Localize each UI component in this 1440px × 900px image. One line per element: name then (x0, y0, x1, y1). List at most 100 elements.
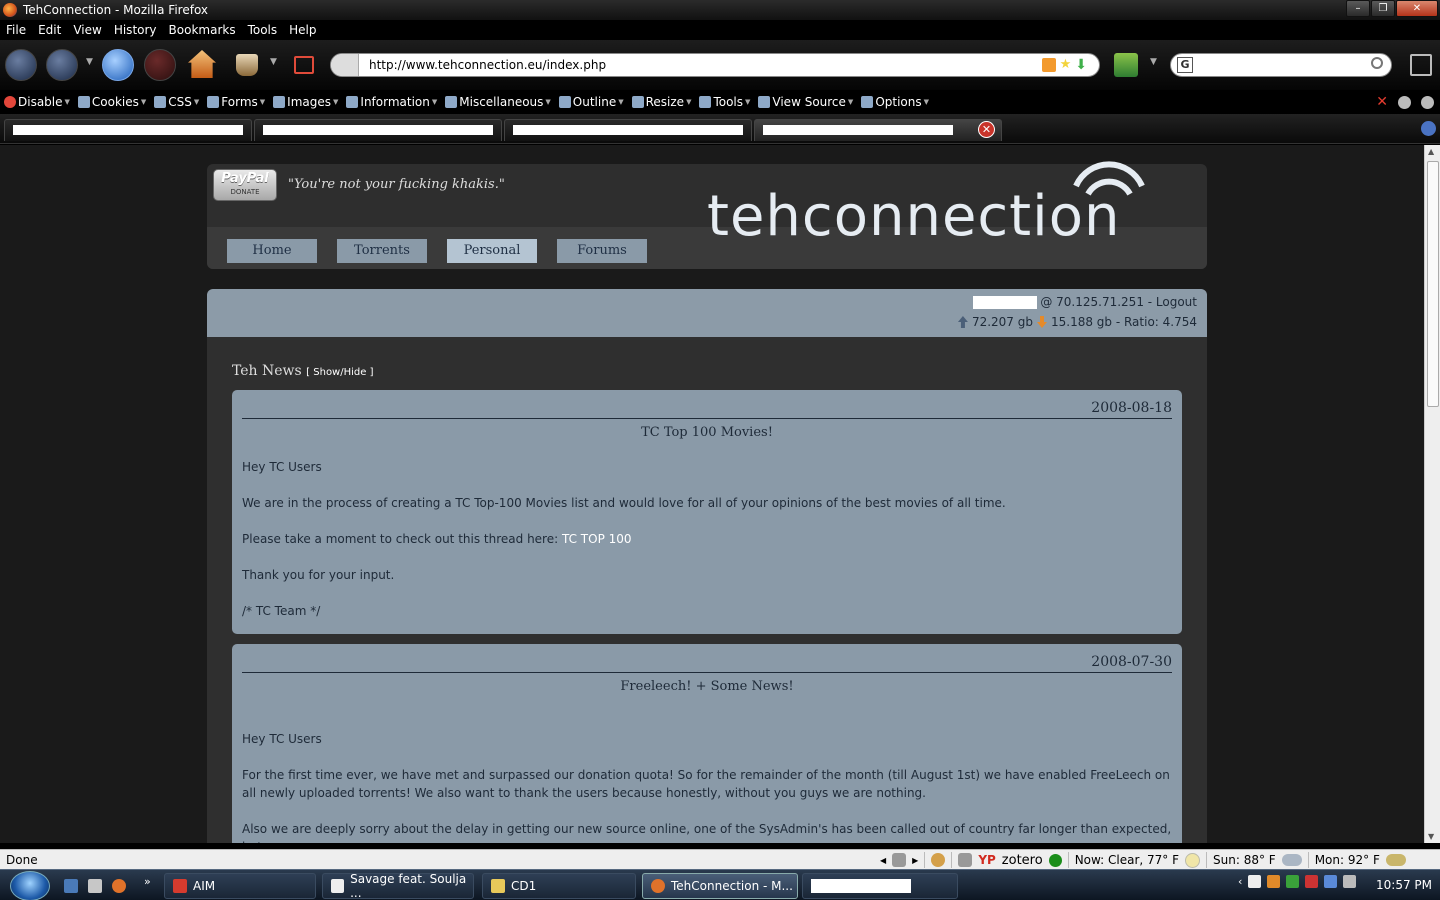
clock[interactable]: 10:57 PM (1376, 878, 1432, 892)
addon-dropdown-icon[interactable]: ▼ (1150, 57, 1157, 67)
nav-torrents[interactable]: Torrents (337, 239, 427, 263)
redacted-username[interactable] (973, 295, 1038, 309)
google-icon[interactable]: G (1177, 57, 1193, 73)
dev-miscellaneous[interactable]: Miscellaneous ▼ (445, 95, 551, 109)
vertical-scrollbar[interactable]: ▲ ▼ (1424, 145, 1440, 843)
tray-icon[interactable] (1267, 875, 1281, 888)
smiley-icon[interactable] (931, 853, 946, 867)
site-identity-icon[interactable] (331, 54, 359, 76)
volume-icon[interactable] (1343, 875, 1357, 888)
print-button[interactable] (294, 56, 314, 74)
paypal-donate-button[interactable]: PayPal DONATE (213, 169, 277, 201)
forward-button[interactable] (46, 49, 78, 81)
show-desktop-icon[interactable] (64, 879, 78, 893)
start-button[interactable] (10, 871, 50, 900)
taskbar-redacted[interactable] (802, 873, 958, 899)
tab-active[interactable] (754, 119, 1002, 141)
scroll-down-icon[interactable]: ▼ (1428, 832, 1434, 841)
options-icon (861, 96, 874, 108)
minimize-button[interactable]: – (1346, 0, 1370, 17)
search-input[interactable]: G (1170, 53, 1392, 77)
printer-icon[interactable] (958, 853, 973, 867)
tray-icon[interactable] (1286, 875, 1300, 888)
maximize-button[interactable]: ❐ (1371, 0, 1395, 17)
status-dot-icon[interactable] (1421, 95, 1434, 109)
stop-button[interactable] (144, 49, 176, 81)
network-icon[interactable] (1324, 875, 1338, 888)
nav-home[interactable]: Home (227, 239, 317, 263)
dev-images[interactable]: Images ▼ (273, 95, 338, 109)
taskbar-media[interactable]: Savage feat. Soulja ... (322, 872, 474, 900)
menu-bookmarks[interactable]: Bookmarks (169, 23, 236, 37)
dev-css[interactable]: CSS ▼ (154, 95, 199, 109)
taskbar-aim[interactable]: AIM (164, 873, 316, 899)
dev-forms[interactable]: Forms ▼ (207, 95, 265, 109)
taskbar-firefox[interactable]: TehConnection - M... (642, 873, 798, 899)
bookmark-star-icon[interactable]: ★ (1060, 58, 1072, 72)
download-arrow-icon[interactable]: ⬇ (1075, 58, 1087, 72)
user-ip-logout[interactable]: @ 70.125.71.251 - Logout (1040, 295, 1197, 309)
status-dot-icon[interactable] (1398, 95, 1411, 109)
cookie-icon (77, 96, 90, 108)
weather-sun[interactable]: Sun: 88° F (1213, 853, 1276, 867)
zotero-button[interactable]: zotero (1002, 853, 1043, 868)
menu-file[interactable]: File (6, 23, 26, 37)
quicklaunch-shield-icon[interactable] (88, 879, 102, 893)
scroll-right-icon[interactable]: ▶ (912, 856, 918, 865)
close-icon[interactable]: ✕ (1376, 95, 1388, 109)
tray-icon[interactable] (1248, 875, 1262, 888)
rss-icon[interactable] (1041, 58, 1056, 72)
search-icon[interactable] (1371, 57, 1383, 69)
quicklaunch-more-icon[interactable]: » (144, 875, 151, 888)
dev-tools[interactable]: Tools ▼ (699, 95, 750, 109)
news-item: 2008-07-30 Freeleech! + Some News! Hey T… (232, 644, 1182, 843)
address-bar[interactable]: http://www.tehconnection.eu/index.php ★ … (330, 53, 1100, 77)
firefox-quicklaunch-icon[interactable] (112, 879, 126, 893)
dev-disable[interactable]: Disable ▼ (4, 95, 70, 109)
tc-top-100-link[interactable]: TC TOP 100 (562, 532, 632, 546)
scroll-thumb[interactable] (1427, 161, 1439, 407)
green-status-icon[interactable] (1048, 853, 1062, 867)
scroll-left-icon[interactable]: ◀ (880, 856, 886, 865)
url-text[interactable]: http://www.tehconnection.eu/index.php (369, 58, 1042, 72)
dev-options[interactable]: Options ▼ (861, 95, 929, 109)
back-button[interactable] (5, 49, 37, 81)
tray-icon[interactable] (1305, 875, 1319, 888)
taskbar-folder[interactable]: CD1 (482, 873, 636, 899)
window-controls: – ❐ ✕ (1346, 0, 1438, 17)
home-button[interactable] (188, 50, 216, 78)
coffee-icon[interactable] (236, 54, 258, 76)
menu-view[interactable]: View (73, 23, 101, 37)
tab-overview-button[interactable] (1410, 54, 1432, 76)
addon-button[interactable] (1114, 53, 1138, 77)
site-logo[interactable]: tehconnection (707, 184, 1120, 249)
menu-tools[interactable]: Tools (248, 23, 278, 37)
tab-list-icon[interactable] (1421, 121, 1436, 136)
coffee-dropdown-icon[interactable]: ▼ (270, 57, 277, 67)
menu-history[interactable]: History (114, 23, 157, 37)
dev-cookies[interactable]: Cookies ▼ (77, 95, 146, 109)
nav-personal[interactable]: Personal (447, 239, 537, 263)
menu-help[interactable]: Help (289, 23, 316, 37)
dev-information[interactable]: Information ▼ (346, 95, 437, 109)
status-addon-icon[interactable] (892, 853, 907, 867)
weather-now[interactable]: Now: Clear, 77° F (1075, 853, 1179, 867)
reload-button[interactable] (102, 49, 134, 81)
dev-resize[interactable]: Resize ▼ (631, 95, 691, 109)
news-toggle-link[interactable]: [ Show/Hide ] (306, 367, 373, 378)
menu-edit[interactable]: Edit (38, 23, 61, 37)
chevron-down-icon: ▼ (618, 98, 624, 106)
tab[interactable] (504, 119, 752, 141)
tab[interactable] (254, 119, 502, 141)
close-window-button[interactable]: ✕ (1396, 0, 1438, 17)
scroll-up-icon[interactable]: ▲ (1428, 147, 1434, 156)
yp-button[interactable]: YP (978, 853, 995, 867)
dev-view-source[interactable]: View Source ▼ (758, 95, 853, 109)
tray-expand-icon[interactable]: ‹ (1238, 875, 1242, 888)
weather-mon[interactable]: Mon: 92° F (1315, 853, 1380, 867)
nav-forums[interactable]: Forums (557, 239, 647, 263)
tab[interactable] (4, 119, 252, 141)
dev-outline[interactable]: Outline ▼ (558, 95, 624, 109)
close-tab-icon[interactable]: ✕ (978, 121, 995, 138)
history-dropdown-icon[interactable]: ▼ (86, 57, 93, 67)
